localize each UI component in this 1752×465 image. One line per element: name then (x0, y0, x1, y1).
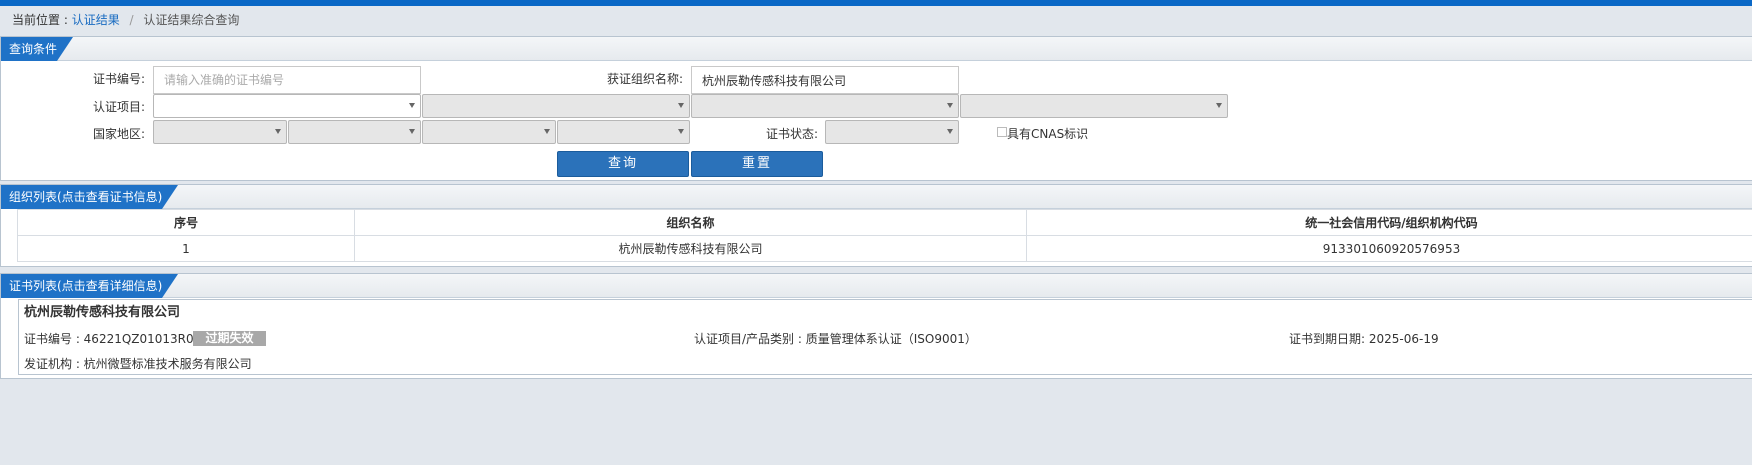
chevron-down-icon (947, 129, 953, 134)
chevron-down-icon (678, 129, 684, 134)
chevron-down-icon (678, 103, 684, 108)
project-label: 认证项目: (92, 100, 145, 114)
region-select-3[interactable] (422, 120, 556, 144)
chevron-down-icon (409, 129, 415, 134)
chevron-down-icon (275, 129, 281, 134)
table-row[interactable]: 1 杭州辰勒传感科技有限公司 913301060920576953 (17, 235, 1752, 262)
cell-org-name[interactable]: 杭州辰勒传感科技有限公司 (354, 235, 1027, 262)
top-bar (0, 0, 1752, 6)
col-header-index: 序号 (17, 209, 355, 236)
cert-company-name[interactable]: 杭州辰勒传感科技有限公司 (24, 305, 180, 321)
project-select-3[interactable] (691, 94, 959, 118)
cert-no-input[interactable] (153, 66, 421, 94)
breadcrumb-current: 认证结果综合查询 (143, 13, 240, 27)
cert-list-header: 证书列表(点击查看详细信息) (1, 274, 1752, 298)
org-list-title: 组织列表(点击查看证书信息) (1, 185, 179, 209)
cert-issuer: 发证机构 : 杭州微暨标准技术服务有限公司 (24, 357, 252, 371)
col-header-org-name: 组织名称 (354, 209, 1027, 236)
breadcrumb-prefix: 当前位置 : (12, 13, 68, 27)
chevron-down-icon (409, 103, 415, 108)
region-label: 国家地区: (92, 127, 145, 141)
status-badge: 过期失效 (193, 331, 266, 346)
breadcrumb: 当前位置 : 认证结果 / 认证结果综合查询 (12, 13, 239, 27)
cert-expiry: 证书到期日期: 2025-06-19 (1289, 332, 1439, 346)
project-select-1[interactable] (153, 94, 421, 118)
project-select-4[interactable] (960, 94, 1228, 118)
cert-no-label: 证书编号: (92, 72, 145, 86)
cert-category: 认证项目/产品类别 : 质量管理体系认证（ISO9001） (694, 332, 977, 346)
chevron-down-icon (544, 129, 550, 134)
search-button[interactable]: 查询 (557, 151, 689, 177)
org-name-input[interactable] (691, 66, 959, 94)
breadcrumb-link-results[interactable]: 认证结果 (72, 13, 120, 27)
chevron-down-icon (947, 103, 953, 108)
cert-number: 证书编号 : 46221QZ01013R0S (24, 332, 202, 346)
status-select[interactable] (825, 120, 959, 144)
cnas-checkbox[interactable] (997, 127, 1007, 137)
region-select-4[interactable] (557, 120, 690, 144)
org-table: 序号 组织名称 统一社会信用代码/组织机构代码 1 杭州辰勒传感科技有限公司 9… (17, 209, 1752, 262)
region-select-1[interactable] (153, 120, 287, 144)
cell-index: 1 (17, 235, 355, 262)
org-name-label: 获证组织名称: (606, 72, 683, 86)
cell-credit-code: 913301060920576953 (1026, 235, 1752, 262)
org-list-header: 组织列表(点击查看证书信息) (1, 185, 1752, 209)
region-select-2[interactable] (288, 120, 421, 144)
cnas-label: 具有CNAS标识 (1007, 127, 1089, 141)
breadcrumb-separator: / (129, 13, 134, 27)
col-header-credit-code: 统一社会信用代码/组织机构代码 (1026, 209, 1752, 236)
query-panel-header: 查询条件 (1, 37, 1752, 61)
status-label: 证书状态: (765, 127, 818, 141)
query-panel-title: 查询条件 (1, 37, 74, 61)
project-select-2[interactable] (422, 94, 690, 118)
reset-button[interactable]: 重置 (691, 151, 823, 177)
cert-list-title: 证书列表(点击查看详细信息) (1, 274, 179, 298)
chevron-down-icon (1216, 103, 1222, 108)
